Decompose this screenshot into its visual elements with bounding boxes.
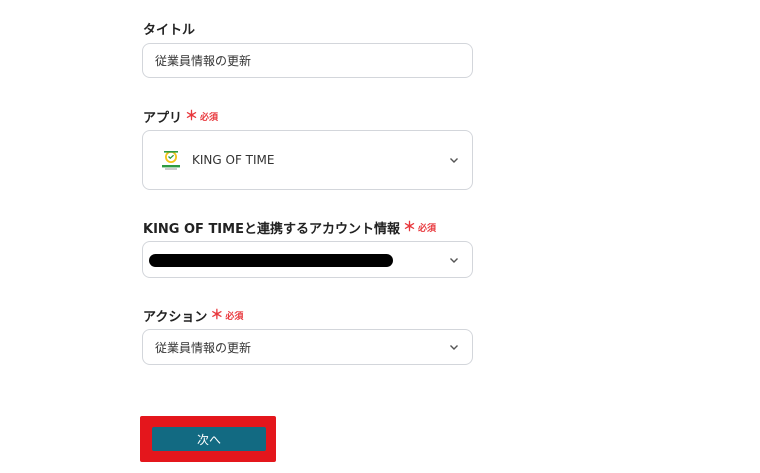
app-select-value: KING OF TIME <box>192 153 275 167</box>
account-select[interactable] <box>142 241 473 278</box>
required-asterisk: ＊ <box>210 308 224 323</box>
form-page: タイトル 従業員情報の更新 アプリ ＊ 必須 KING OF TIME KING… <box>0 0 760 473</box>
required-badge: ＊ 必須 <box>403 221 436 234</box>
app-select[interactable]: KING OF TIME <box>142 130 473 190</box>
action-select[interactable]: 従業員情報の更新 <box>142 329 473 365</box>
chevron-down-icon <box>450 158 458 163</box>
account-label-text: KING OF TIMEと連携するアカウント情報 <box>143 222 400 237</box>
title-label: タイトル <box>143 19 195 38</box>
required-badge: ＊ 必須 <box>210 309 243 322</box>
required-asterisk: ＊ <box>402 220 416 235</box>
required-badge: ＊ 必須 <box>185 110 218 123</box>
app-label-text: アプリ <box>143 111 183 126</box>
account-label: KING OF TIMEと連携するアカウント情報 ＊ 必須 <box>143 218 436 237</box>
redacted-account-bar <box>149 254 393 267</box>
required-text: 必須 <box>225 312 244 322</box>
king-of-time-logo-icon <box>159 148 183 172</box>
title-input-value: 従業員情報の更新 <box>155 54 252 68</box>
action-label: アクション ＊ 必須 <box>143 306 243 325</box>
title-input[interactable]: 従業員情報の更新 <box>142 43 473 78</box>
required-text: 必須 <box>200 113 219 123</box>
title-label-text: タイトル <box>143 23 196 38</box>
next-button[interactable]: 次へ <box>152 427 266 451</box>
chevron-down-icon <box>450 257 458 263</box>
required-asterisk: ＊ <box>185 109 199 124</box>
required-text: 必須 <box>417 224 436 234</box>
action-label-text: アクション <box>143 310 208 325</box>
action-select-value: 従業員情報の更新 <box>155 340 252 355</box>
chevron-down-icon <box>450 345 458 350</box>
app-label: アプリ ＊ 必須 <box>143 107 218 126</box>
